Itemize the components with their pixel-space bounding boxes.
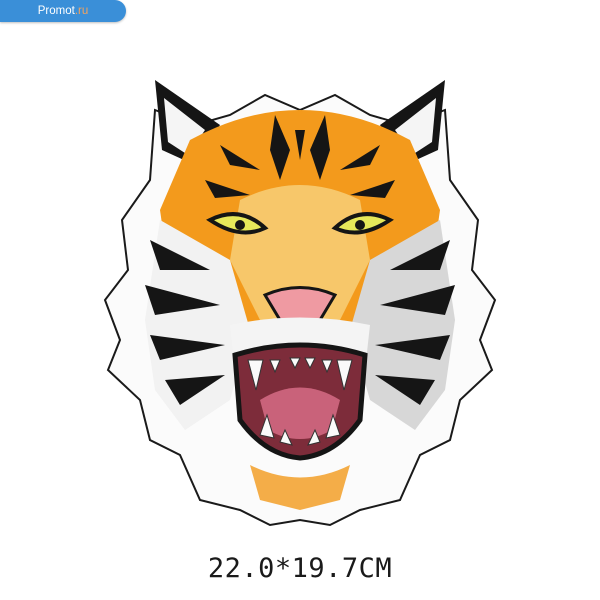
watermark-badge[interactable]: Promot .ru	[0, 0, 126, 22]
right-pupil	[355, 220, 365, 230]
left-pupil	[235, 220, 245, 230]
tiger-head-icon	[103, 80, 497, 527]
watermark-brand: Promot	[37, 5, 75, 17]
size-caption: 22.0*19.7CM	[207, 553, 393, 584]
watermark-tld: .ru	[74, 5, 89, 17]
